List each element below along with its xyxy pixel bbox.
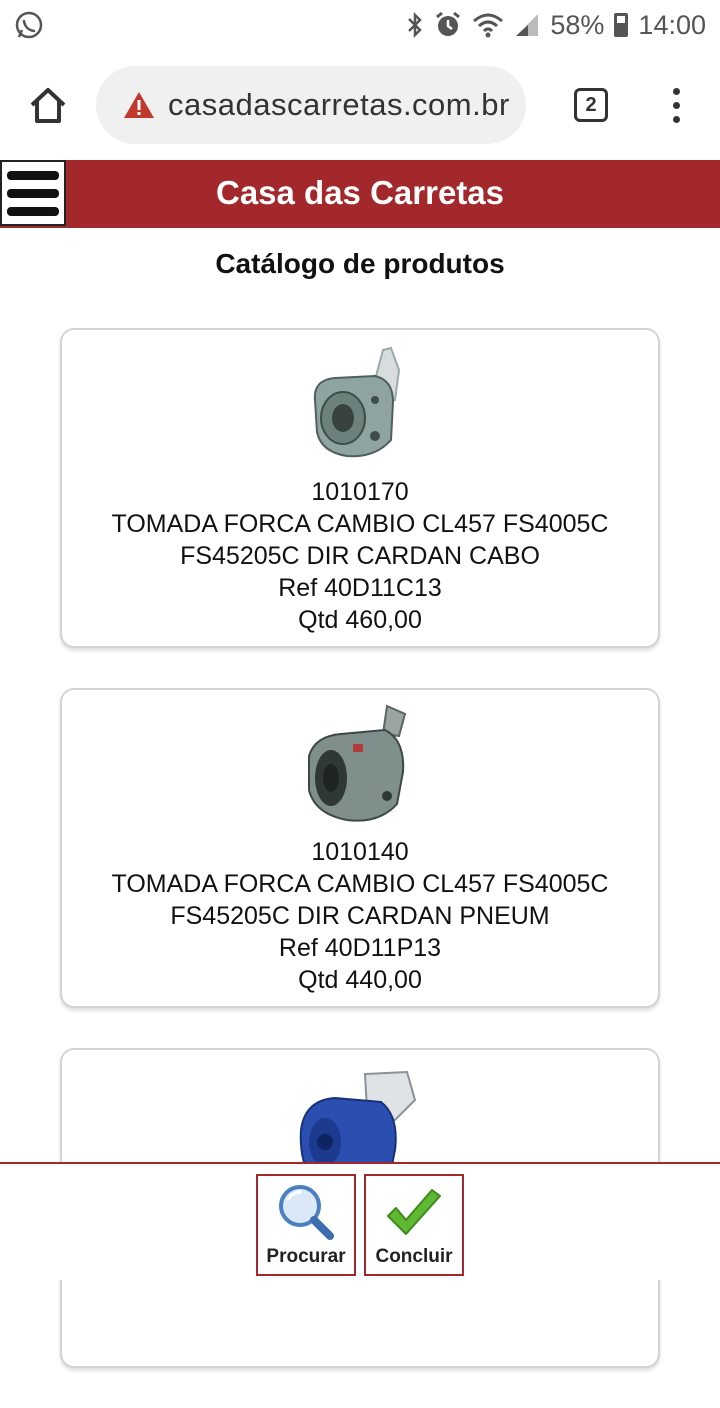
product-name: FS45205C DIR CARDAN CABO <box>180 542 540 570</box>
address-bar[interactable]: casadascarretas.com.br <box>96 66 526 144</box>
site-title: Casa das Carretas <box>215 174 504 211</box>
clock: 14:00 <box>638 9 706 40</box>
product-image <box>295 700 425 830</box>
product-card[interactable]: 1010170 TOMADA FORCA CAMBIO CL457 FS4005… <box>60 328 660 648</box>
tab-count: 2 <box>574 88 608 122</box>
product-ref: Ref 40D11C13 <box>278 574 442 602</box>
product-code: 1010140 <box>311 838 409 866</box>
wifi-icon <box>473 13 504 38</box>
hamburger-line-icon <box>7 170 59 180</box>
finish-button-label: Concluir <box>375 1246 453 1267</box>
bottom-action-bar: Procurar Concluir <box>0 1162 720 1280</box>
menu-dot-icon <box>672 115 680 123</box>
site-header: Casa das Carretas <box>0 160 720 228</box>
battery-icon <box>614 13 629 37</box>
menu-dot-icon <box>672 101 680 109</box>
page-title: Catálogo de produtos <box>215 248 505 279</box>
status-bar: 58% 14:00 <box>0 0 720 50</box>
hamburger-line-icon <box>7 206 59 216</box>
alarm-icon <box>436 11 461 36</box>
product-name: TOMADA FORCA CAMBIO CL457 FS4005C <box>111 870 609 898</box>
battery-percent: 58% <box>550 9 605 40</box>
home-button[interactable] <box>0 50 96 160</box>
not-secure-warning-icon <box>124 92 154 118</box>
search-button[interactable]: Procurar <box>256 1174 356 1276</box>
tab-switcher-button[interactable]: 2 <box>536 88 646 122</box>
bluetooth-icon <box>408 11 423 39</box>
checkmark-icon <box>387 1189 441 1235</box>
product-name: FS45205C DIR CARDAN PNEUM <box>170 902 550 930</box>
magnifier-icon <box>279 1185 334 1240</box>
browser-menu-button[interactable] <box>646 87 706 123</box>
browser-toolbar: casadascarretas.com.br 2 <box>0 50 720 160</box>
product-qty: Qtd 440,00 <box>298 966 422 994</box>
product-card[interactable]: 1010140 TOMADA FORCA CAMBIO CL457 FS4005… <box>60 688 660 1008</box>
url-text: casadascarretas.com.br <box>168 87 510 122</box>
product-code: 1010170 <box>311 478 409 506</box>
whatsapp-icon <box>15 11 43 39</box>
signal-icon <box>516 14 539 36</box>
product-ref: Ref 40D11P13 <box>278 934 442 962</box>
hamburger-line-icon <box>7 188 59 198</box>
product-image <box>295 340 425 470</box>
product-qty: Qtd 460,00 <box>298 606 422 634</box>
menu-dot-icon <box>672 87 680 95</box>
finish-button[interactable]: Concluir <box>364 1174 464 1276</box>
hamburger-menu-button[interactable] <box>0 160 66 226</box>
search-button-label: Procurar <box>266 1246 346 1267</box>
home-icon <box>30 88 66 123</box>
product-name: TOMADA FORCA CAMBIO CL457 FS4005C <box>111 510 609 538</box>
